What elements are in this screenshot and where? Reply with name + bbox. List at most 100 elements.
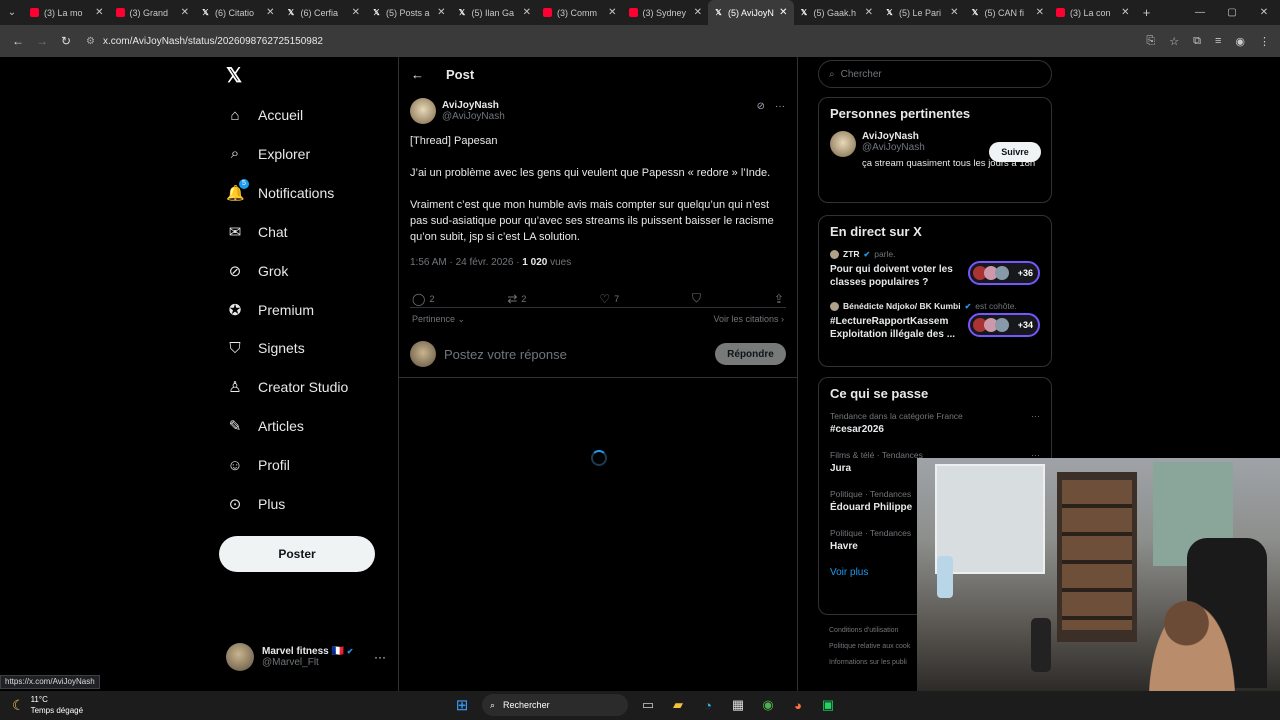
x-logo-icon[interactable]: 𝕏: [226, 63, 242, 88]
site-info-icon[interactable]: ⚙: [86, 36, 95, 47]
close-icon[interactable]: ✕: [266, 7, 274, 18]
post-button[interactable]: Poster: [219, 536, 375, 572]
nav-item-signets[interactable]: ⛉ Signets: [226, 335, 304, 361]
browser-tab[interactable]: (3) La con ✕: [1050, 0, 1136, 25]
url-field[interactable]: ⚙ x.com/AviJoyNash/status/20260987627251…: [86, 30, 1086, 52]
avatar[interactable]: [830, 131, 856, 157]
forward-arrow-icon[interactable]: →: [30, 34, 54, 48]
task-view-icon[interactable]: ▭: [638, 695, 658, 715]
install-app-icon[interactable]: ⎘: [1146, 35, 1155, 48]
weather-widget[interactable]: ☾ 11°C Temps dégagé: [12, 694, 83, 716]
close-icon[interactable]: ✕: [95, 7, 103, 18]
x-logo-icon: 𝕏: [287, 8, 295, 17]
edge-icon[interactable]: ◔: [698, 695, 718, 715]
footer-link[interactable]: Conditions d'utilisation: [829, 623, 910, 639]
nav-glyph: ✪: [228, 301, 242, 319]
browser-tab[interactable]: (3) Comm ✕: [537, 0, 623, 25]
like-button[interactable]: ♡ 7: [599, 290, 619, 307]
nav-item-creator-studio[interactable]: ♙ Creator Studio: [226, 374, 348, 400]
browser-tab[interactable]: (3) Sydney ✕: [623, 0, 709, 25]
maximize-icon[interactable]: ▢: [1216, 0, 1248, 25]
close-window-icon[interactable]: ✕: [1248, 0, 1280, 25]
browser-tab[interactable]: 𝕏 (5) Gaak.h ✕: [794, 0, 880, 25]
close-icon[interactable]: ✕: [181, 7, 189, 18]
close-icon[interactable]: ✕: [950, 7, 958, 18]
close-icon[interactable]: ✕: [523, 7, 531, 18]
browser-tab[interactable]: (3) La mo ✕: [24, 0, 110, 25]
browser-tab[interactable]: 𝕏 (6) Citatio ✕: [195, 0, 281, 25]
author-avatar[interactable]: [410, 98, 436, 124]
nav-item-premium[interactable]: ✪ Premium: [226, 297, 314, 323]
more-dots-icon[interactable]: ···: [775, 101, 785, 112]
browser-menu-icon[interactable]: ⋮: [1259, 35, 1270, 48]
account-switcher[interactable]: Marvel fitness 🇫🇷 ✔ @Marvel_Flt ···: [226, 641, 386, 673]
nav-item-articles[interactable]: ✎ Articles: [226, 413, 304, 439]
store-icon[interactable]: ▦: [728, 695, 748, 715]
browser-tab[interactable]: 𝕏 (5) Posts a ✕: [366, 0, 452, 25]
nav-item-explorer[interactable]: ⌕ Explorer: [226, 141, 310, 167]
taskbar-search[interactable]: ⌕ Rechercher: [482, 694, 628, 716]
profile-icon[interactable]: ◉: [1235, 35, 1245, 48]
x-logo-icon: 𝕏: [202, 8, 209, 17]
search-input[interactable]: ⌕ Chercher: [818, 60, 1052, 88]
footer-link[interactable]: Politique relative aux cook: [829, 639, 910, 655]
tweet-time[interactable]: 1:56 AM · 24 févr. 2026 ·: [410, 257, 522, 268]
browser-tab[interactable]: 𝕏 (5) Ilan Ga ✕: [452, 0, 538, 25]
reply-composer: Postez votre réponse Répondre: [399, 331, 797, 378]
follow-button[interactable]: Suivre: [989, 142, 1041, 162]
nav-item-profil[interactable]: ☺ Profil: [226, 452, 290, 478]
nav-label: Grok: [258, 262, 289, 279]
nav-item-accueil[interactable]: ⌂ Accueil: [226, 102, 303, 128]
new-tab-button[interactable]: +: [1136, 5, 1158, 20]
close-icon[interactable]: ✕: [694, 7, 702, 18]
live-space-item[interactable]: ZTR ✔ parle. Pour qui doivent voter les cla…: [830, 249, 1040, 289]
live-space-item[interactable]: Bénédicte Ndjoko/ BK Kumbi ✔ est cohôte. #L…: [830, 301, 1040, 341]
more-dots-icon[interactable]: ···: [374, 650, 386, 664]
browser-tab[interactable]: 𝕏 (5) CAN fi ✕: [965, 0, 1051, 25]
close-icon[interactable]: ✕: [1121, 7, 1129, 18]
app-icon[interactable]: ▣: [818, 695, 838, 715]
nav-item-plus[interactable]: ⊙ Plus: [226, 491, 286, 517]
bookmark-button[interactable]: ⛉: [692, 290, 701, 307]
browser-tab[interactable]: 𝕏 (6) Cerfia ✕: [281, 0, 367, 25]
close-icon[interactable]: ✕: [437, 7, 445, 18]
minimize-icon[interactable]: —: [1184, 0, 1216, 25]
close-icon[interactable]: ✕: [779, 7, 787, 18]
nav-item-chat[interactable]: ✉ Chat: [226, 219, 288, 245]
sort-dropdown[interactable]: Pertinence ⌄: [412, 314, 465, 325]
reload-icon[interactable]: ↻: [54, 34, 78, 48]
reply-button[interactable]: ◯ 2: [412, 290, 434, 307]
nav-item-notifications[interactable]: 🔔 5 Notifications: [226, 178, 334, 206]
reply-input[interactable]: Postez votre réponse: [444, 347, 707, 362]
close-icon[interactable]: ✕: [865, 7, 873, 18]
close-icon[interactable]: ✕: [608, 7, 616, 18]
more-dots-icon[interactable]: ···: [1031, 411, 1040, 421]
share-button[interactable]: ⇪: [774, 290, 784, 307]
chrome-icon[interactable]: ◉: [758, 695, 778, 715]
footer-link[interactable]: Informations sur les publi: [829, 655, 910, 671]
back-arrow-icon[interactable]: ←: [6, 34, 30, 48]
quotes-link[interactable]: Voir les citations ›: [713, 314, 784, 325]
media-icon[interactable]: ≡: [1215, 35, 1221, 47]
tab-search-menu-icon[interactable]: ⌄: [0, 0, 24, 25]
close-icon[interactable]: ✕: [352, 7, 360, 18]
browser-tab[interactable]: 𝕏 (5) AviJoyN ✕: [708, 0, 794, 25]
bookmark-star-icon[interactable]: ☆: [1169, 35, 1179, 48]
windows-start-icon[interactable]: ⊞: [452, 695, 472, 715]
person-name[interactable]: AviJoyNash: [862, 131, 1035, 142]
browser-tab[interactable]: (3) Grand ✕: [110, 0, 196, 25]
browser-tab[interactable]: 𝕏 (5) Le Pari ✕: [879, 0, 965, 25]
firefox-icon[interactable]: ◕: [788, 695, 808, 715]
author-name[interactable]: AviJoyNash: [442, 100, 505, 111]
repost-button[interactable]: ⇄ 2: [507, 290, 526, 307]
back-arrow-icon[interactable]: ←: [411, 67, 424, 82]
trend-item[interactable]: Tendance dans la catégorie France #cesar2…: [830, 411, 1040, 435]
author-handle[interactable]: @AviJoyNash: [442, 111, 505, 122]
grok-icon[interactable]: ⊘: [757, 101, 765, 112]
file-explorer-icon[interactable]: ▰: [668, 695, 688, 715]
view-count: 1 020: [522, 257, 548, 268]
reply-submit-button[interactable]: Répondre: [715, 343, 786, 365]
nav-item-grok[interactable]: ⊘ Grok: [226, 258, 289, 284]
close-icon[interactable]: ✕: [1036, 7, 1044, 18]
extensions-icon[interactable]: ⧉: [1193, 35, 1201, 48]
